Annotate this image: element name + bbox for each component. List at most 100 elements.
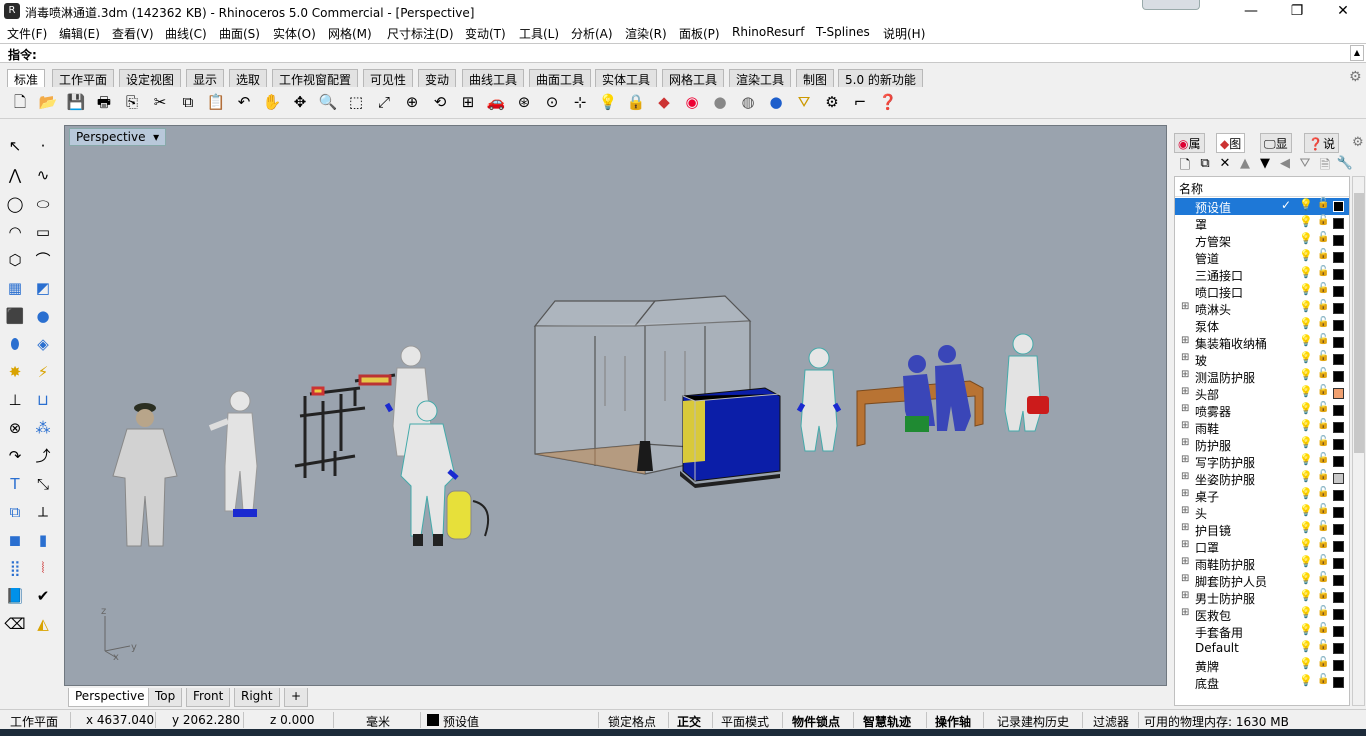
boolean-icon[interactable]: ⊗ bbox=[3, 416, 27, 440]
layer-row[interactable]: 三通接口 💡 🔓 bbox=[1175, 266, 1349, 284]
unlock-icon[interactable]: 🔓 bbox=[1317, 623, 1329, 634]
layer-color-swatch[interactable] bbox=[1333, 473, 1344, 484]
zoom-icon[interactable]: 🔍 bbox=[317, 91, 339, 113]
unlock-icon[interactable]: 🔓 bbox=[1317, 266, 1329, 277]
layer-row[interactable]: ⊞ 头部 💡 🔓 bbox=[1175, 385, 1349, 403]
new-sublayer-icon[interactable]: ⧉ bbox=[1196, 156, 1214, 171]
unlock-icon[interactable]: 🔓 bbox=[1317, 249, 1329, 260]
layer-color-swatch[interactable] bbox=[1333, 660, 1344, 671]
layer-color-swatch[interactable] bbox=[1333, 320, 1344, 331]
light-bulb-icon[interactable]: 💡 bbox=[1299, 317, 1313, 330]
menu-curve[interactable]: 曲线(C) bbox=[165, 25, 207, 42]
color-wheel-icon[interactable]: ◉ bbox=[681, 91, 703, 113]
layer-color-swatch[interactable] bbox=[1333, 337, 1344, 348]
tab-layers[interactable]: ◆图 bbox=[1216, 133, 1246, 153]
menu-surface[interactable]: 曲面(S) bbox=[219, 25, 260, 42]
section-icon[interactable]: ⦚ bbox=[31, 556, 55, 580]
shaded-sphere-icon[interactable]: ◍ bbox=[737, 91, 759, 113]
render-tool-icon[interactable]: ◭ bbox=[31, 612, 55, 636]
solid-box-icon[interactable]: ◼ bbox=[3, 528, 27, 552]
layer-color-swatch[interactable] bbox=[1333, 490, 1344, 501]
zoom-selected-icon[interactable]: ⊕ bbox=[401, 91, 423, 113]
layer-row[interactable]: ⊞ 测温防护服 💡 🔓 bbox=[1175, 368, 1349, 385]
unlock-icon[interactable]: 🔓 bbox=[1317, 198, 1329, 209]
layer-name[interactable]: 坐姿防护服 bbox=[1195, 471, 1255, 488]
book-icon[interactable]: 📘 bbox=[3, 584, 27, 608]
scrollbar-thumb[interactable] bbox=[1354, 193, 1364, 453]
layer-row[interactable]: 黄牌 💡 🔓 bbox=[1175, 657, 1349, 675]
gear-icon[interactable]: ⚙ bbox=[1349, 69, 1362, 85]
unlock-icon[interactable]: 🔓 bbox=[1317, 436, 1329, 447]
menu-transform[interactable]: 变动(T) bbox=[465, 25, 506, 42]
rotate-view-icon[interactable]: ⟲ bbox=[429, 91, 451, 113]
light-bulb-icon[interactable]: 💡 bbox=[1299, 215, 1313, 228]
layer-name[interactable]: 手套备用 bbox=[1195, 624, 1243, 641]
light-bulb-icon[interactable]: 💡 bbox=[1299, 351, 1313, 364]
light-bulb-icon[interactable]: 💡 bbox=[1299, 436, 1313, 449]
current-layer[interactable]: 预设值 bbox=[443, 713, 479, 730]
layer-name[interactable]: 三通接口 bbox=[1195, 267, 1243, 284]
render-sphere-icon[interactable]: ● bbox=[709, 91, 731, 113]
document-icon[interactable]: 🗎 bbox=[1316, 156, 1334, 178]
sphere-icon[interactable]: ● bbox=[31, 304, 55, 328]
filter-icon[interactable]: ⛛ bbox=[793, 91, 815, 113]
layer-name[interactable]: 桌子 bbox=[1195, 488, 1219, 505]
light-bulb-icon[interactable]: 💡 bbox=[1299, 266, 1313, 279]
layer-name[interactable]: 护目镜 bbox=[1195, 522, 1231, 539]
unlock-icon[interactable]: 🔓 bbox=[1317, 453, 1329, 464]
layer-color-swatch[interactable] bbox=[1333, 575, 1344, 586]
menu-panels[interactable]: 面板(P) bbox=[679, 25, 720, 42]
light-bulb-icon[interactable]: 💡 bbox=[1299, 470, 1313, 483]
layer-name[interactable]: 头部 bbox=[1195, 386, 1219, 403]
layer-color-swatch[interactable] bbox=[1333, 507, 1344, 518]
unlock-icon[interactable]: 🔓 bbox=[1317, 521, 1329, 532]
light-bulb-icon[interactable]: 💡 bbox=[1299, 419, 1313, 432]
layer-name[interactable]: 喷口接口 bbox=[1195, 284, 1243, 301]
paste-icon[interactable]: 📋 bbox=[205, 91, 227, 113]
menu-rhinoresurf[interactable]: RhinoResurf bbox=[732, 25, 804, 39]
layer-row[interactable]: Default 💡 🔓 bbox=[1175, 640, 1349, 657]
expand-toggle-icon[interactable]: ⊞ bbox=[1181, 522, 1189, 533]
unlock-icon[interactable]: 🔓 bbox=[1317, 419, 1329, 430]
menu-solid[interactable]: 实体(O) bbox=[273, 25, 316, 42]
dimension-icon[interactable]: ⌐ bbox=[849, 91, 871, 113]
layer-name[interactable]: 医救包 bbox=[1195, 607, 1231, 624]
unlock-icon[interactable]: 🔓 bbox=[1317, 606, 1329, 617]
move-view-icon[interactable]: ✥ bbox=[289, 91, 311, 113]
filter-icon[interactable]: ⛛ bbox=[1296, 156, 1314, 171]
expand-toggle-icon[interactable]: ⊞ bbox=[1181, 369, 1189, 380]
explode-icon[interactable]: ✸ bbox=[3, 360, 27, 384]
toggle-gumball[interactable]: 操作轴 bbox=[935, 713, 971, 730]
tab-curve-tools[interactable]: 曲线工具 bbox=[462, 69, 525, 87]
tab-surface-tools[interactable]: 曲面工具 bbox=[529, 69, 592, 87]
layer-name[interactable]: 方管架 bbox=[1195, 233, 1231, 250]
toggle-planar[interactable]: 平面模式 bbox=[721, 713, 769, 730]
light-bulb-icon[interactable]: 💡 bbox=[1299, 572, 1313, 585]
layer-color-swatch[interactable] bbox=[1333, 677, 1344, 688]
layer-color-swatch[interactable] bbox=[1333, 354, 1344, 365]
settings-gear-icon[interactable]: ⚙ bbox=[821, 91, 843, 113]
layers-icon[interactable]: ◆ bbox=[653, 91, 675, 113]
zoom-extents-icon[interactable]: ⤢ bbox=[373, 91, 395, 113]
layer-color-swatch[interactable] bbox=[1333, 388, 1344, 399]
layer-row[interactable]: 泵体 💡 🔓 bbox=[1175, 317, 1349, 334]
layer-color-swatch[interactable] bbox=[1333, 405, 1344, 416]
box-icon[interactable]: ⬛ bbox=[3, 304, 27, 328]
light-bulb-icon[interactable]: 💡 bbox=[1299, 623, 1313, 636]
text-icon[interactable]: T bbox=[3, 472, 27, 496]
light-bulb-icon[interactable]: 💡 bbox=[1299, 232, 1313, 245]
tab-front[interactable]: Front bbox=[186, 688, 231, 707]
light-bulb-icon[interactable]: 💡 bbox=[1299, 606, 1313, 619]
expand-toggle-icon[interactable]: ⊞ bbox=[1181, 471, 1189, 482]
chevron-down-icon[interactable]: ▾ bbox=[149, 130, 159, 144]
layer-name[interactable]: 黄牌 bbox=[1195, 658, 1219, 675]
layer-color-swatch[interactable] bbox=[1333, 439, 1344, 450]
layer-name[interactable]: 雨鞋 bbox=[1195, 420, 1219, 437]
tab-properties[interactable]: ◉属 bbox=[1174, 133, 1205, 153]
select-arrow-icon[interactable]: ↖ bbox=[3, 134, 27, 158]
layer-name[interactable]: 头 bbox=[1195, 505, 1207, 522]
layer-color-swatch[interactable] bbox=[1333, 218, 1344, 229]
light-bulb-icon[interactable]: 💡 bbox=[1299, 640, 1313, 653]
arc-icon[interactable]: ◠ bbox=[3, 220, 27, 244]
array-icon[interactable]: ⧉ bbox=[3, 500, 27, 524]
